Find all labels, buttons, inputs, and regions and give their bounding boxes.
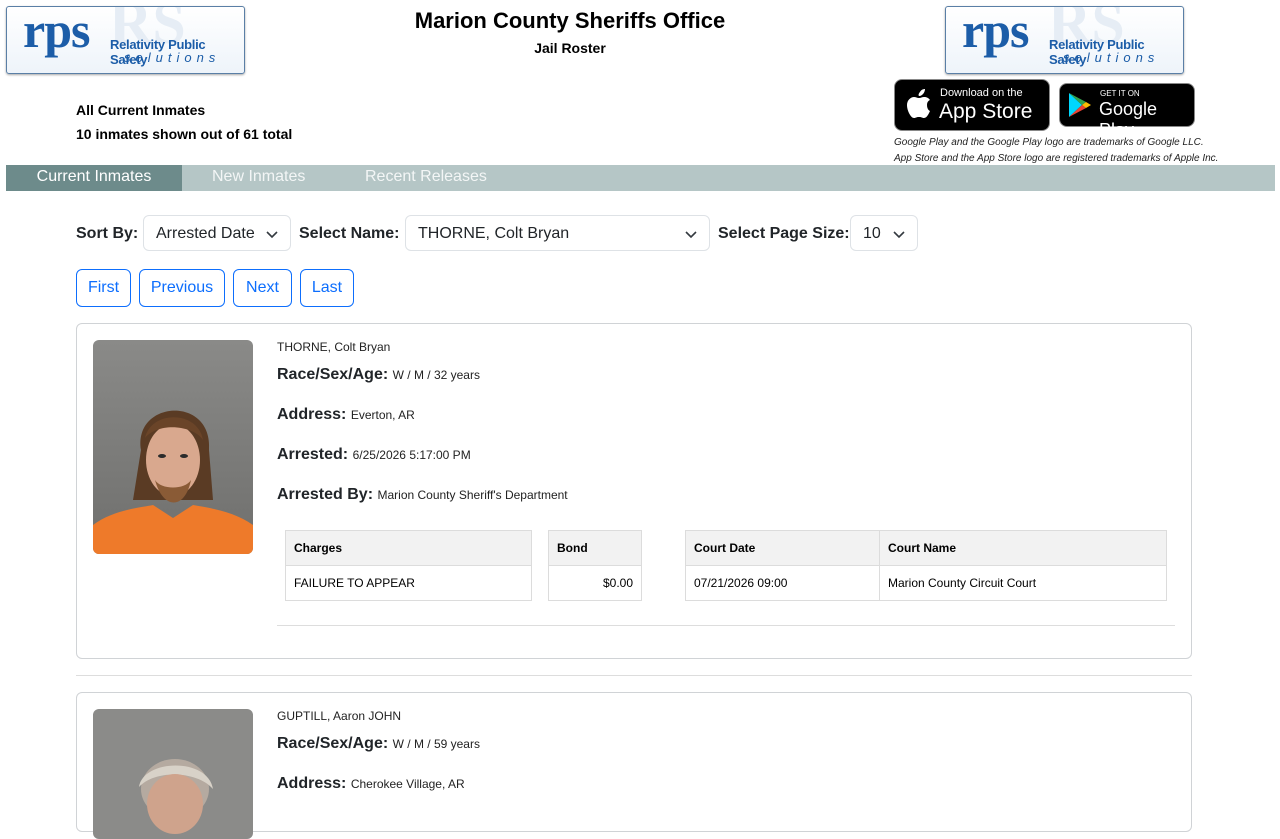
court-date-cell: 07/21/2026 09:00: [685, 565, 880, 601]
apple-icon: [907, 89, 930, 118]
chevron-down-icon: [685, 231, 697, 239]
summary-heading: All Current Inmates: [76, 102, 206, 118]
apple-trademark-note: App Store and the App Store logo are reg…: [894, 153, 1219, 164]
charges-table: Charges FAILURE TO APPEAR: [285, 530, 532, 601]
chevron-down-icon: [266, 231, 278, 239]
chevron-down-icon: [893, 231, 905, 239]
bond-table: Bond $0.00: [548, 530, 642, 601]
google-trademark-note: Google Play and the Google Play logo are…: [894, 137, 1204, 148]
court-date-header: Court Date: [685, 530, 880, 566]
page-size-select[interactable]: 10: [850, 215, 918, 251]
inmate-card: GUPTILL, Aaron JOHN Race/Sex/Age: W / M …: [76, 692, 1192, 839]
court-name-header: Court Name: [879, 530, 1167, 566]
previous-page-button[interactable]: Previous: [139, 269, 225, 307]
first-page-button[interactable]: First: [76, 269, 131, 307]
address: Address: Everton, AR: [277, 406, 415, 423]
name-label: Select Name:: [299, 225, 400, 242]
race-sex-age: Race/Sex/Age: W / M / 32 years: [277, 366, 480, 383]
page-size-label: Select Page Size:: [718, 225, 850, 242]
arrested: Arrested: 6/25/2026 5:17:00 PM: [277, 446, 471, 463]
google-play-button[interactable]: GET IT ON Google Play: [1059, 83, 1195, 140]
card-divider: [277, 625, 1175, 626]
charges-header: Charges: [285, 530, 532, 566]
summary-count: 10 inmates shown out of 61 total: [76, 126, 293, 142]
google-play-icon: [1069, 93, 1091, 117]
bond-cell: $0.00: [548, 565, 642, 601]
address: Address: Cherokee Village, AR: [277, 775, 465, 792]
inmate-name: GUPTILL, Aaron JOHN: [277, 709, 402, 723]
tab-bar: Current Inmates New Inmates Recent Relea…: [6, 165, 1275, 191]
arrested-by: Arrested By: Marion County Sheriff's Dep…: [277, 486, 568, 503]
court-table: Court Date Court Name 07/21/2026 09:00 M…: [685, 530, 1167, 601]
inmate-card: THORNE, Colt Bryan Race/Sex/Age: W / M /…: [76, 323, 1192, 659]
page-subtitle: Jail Roster: [534, 40, 606, 56]
race-sex-age: Race/Sex/Age: W / M / 59 years: [277, 735, 480, 752]
court-name-cell: Marion County Circuit Court: [879, 565, 1167, 601]
inmate-name: THORNE, Colt Bryan: [277, 340, 391, 354]
inmate-photo: [93, 709, 253, 839]
page-title: Marion County Sheriffs Office: [414, 8, 726, 33]
name-select[interactable]: THORNE, Colt Bryan: [405, 215, 710, 251]
tab-current-inmates[interactable]: Current Inmates: [6, 165, 182, 191]
card-separator: [76, 675, 1192, 676]
sort-select[interactable]: Arrested Date: [143, 215, 291, 251]
tab-new-inmates[interactable]: New Inmates: [212, 165, 305, 191]
app-store-button[interactable]: Download on the App Store: [894, 79, 1050, 131]
next-page-button[interactable]: Next: [233, 269, 292, 307]
tab-recent-releases[interactable]: Recent Releases: [365, 165, 487, 191]
inmate-photo: [93, 340, 253, 554]
charge-cell: FAILURE TO APPEAR: [285, 565, 532, 601]
bond-header: Bond: [548, 530, 642, 566]
sort-label: Sort By:: [76, 225, 139, 242]
last-page-button[interactable]: Last: [300, 269, 354, 307]
